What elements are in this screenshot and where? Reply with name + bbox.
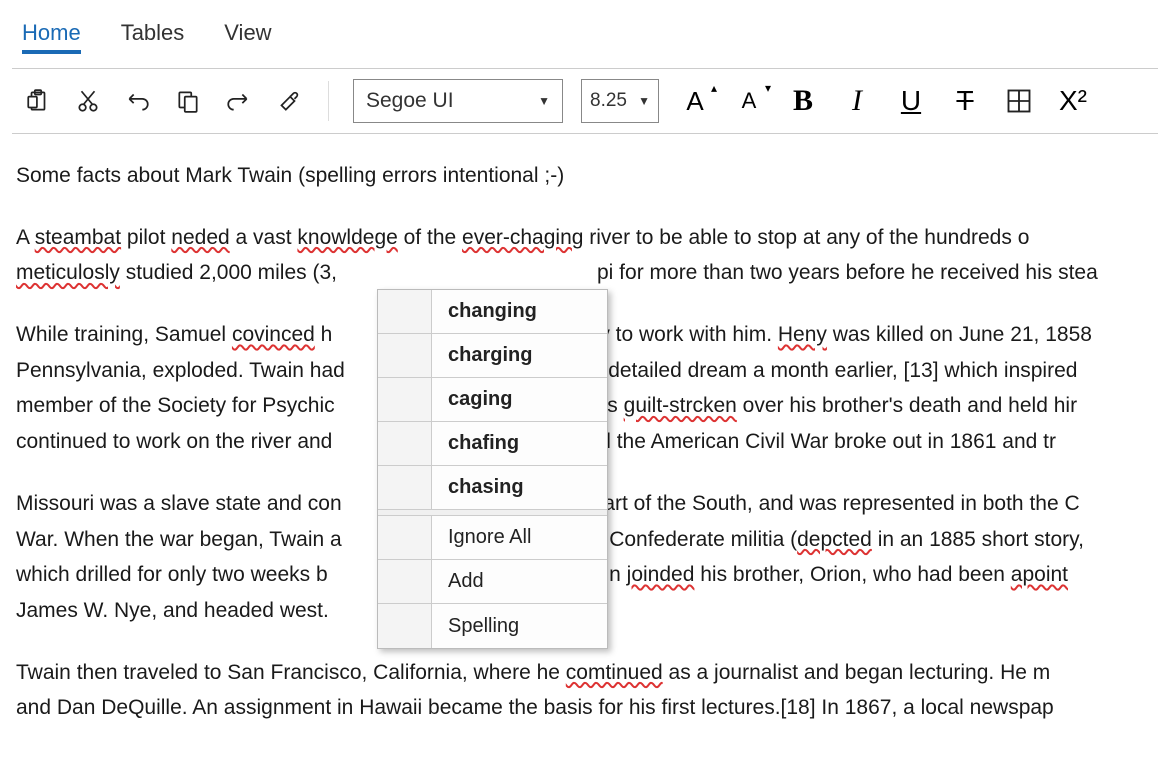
add-to-dictionary-item[interactable]: Add [378, 560, 607, 604]
misspelled-word[interactable]: joinded [627, 563, 695, 586]
chevron-down-icon: ▼ [638, 94, 650, 108]
spellcheck-context-menu: changing charging caging chafing chasing… [377, 289, 608, 649]
decrease-font-icon[interactable]: A▾ [731, 83, 767, 119]
paragraph: Twain then traveled to San Francisco, Ca… [16, 655, 1154, 726]
misspelled-word[interactable]: steambat [35, 226, 121, 249]
suggestion-item[interactable]: charging [378, 334, 607, 378]
cut-icon[interactable] [72, 85, 104, 117]
misspelled-word[interactable]: guilt-strcken [624, 394, 737, 417]
misspelled-word[interactable]: meticulosly [16, 261, 120, 284]
paste-icon[interactable] [22, 85, 54, 117]
menu-icon-gutter [378, 604, 432, 648]
font-size-value: 8.25 [590, 90, 627, 112]
font-size-select[interactable]: 8.25 ▼ [581, 79, 659, 123]
toolbar-separator [328, 81, 329, 121]
misspelled-word[interactable]: ever-chaging [462, 226, 583, 249]
copy-icon[interactable] [172, 85, 204, 117]
ignore-all-item[interactable]: Ignore All [378, 516, 607, 560]
paragraph: Some facts about Mark Twain (spelling er… [16, 158, 1154, 194]
spelling-dialog-item[interactable]: Spelling [378, 604, 607, 648]
font-family-select[interactable]: Segoe UI ▼ [353, 79, 563, 123]
misspelled-word[interactable]: comtinued [566, 661, 663, 684]
suggestion-item[interactable]: caging [378, 378, 607, 422]
menu-icon-gutter [378, 466, 432, 509]
tab-home[interactable]: Home [22, 20, 81, 54]
menu-icon-gutter [378, 560, 432, 603]
menu-icon-gutter [378, 290, 432, 333]
underline-button[interactable]: U [893, 83, 929, 119]
menu-icon-gutter [378, 516, 432, 559]
font-family-value: Segoe UI [366, 89, 454, 113]
suggestion-item[interactable]: chasing [378, 466, 607, 510]
suggestion-item[interactable]: changing [378, 290, 607, 334]
suggestion-item[interactable]: chafing [378, 422, 607, 466]
strikethrough-button[interactable]: T [947, 83, 983, 119]
italic-button[interactable]: I [839, 83, 875, 119]
paragraph: A steambat pilot neded a vast knowldege … [16, 220, 1154, 291]
menu-icon-gutter [378, 378, 432, 421]
chevron-down-icon: ▼ [538, 94, 550, 108]
borders-icon[interactable] [1001, 83, 1037, 119]
misspelled-word[interactable]: Heny [778, 323, 827, 346]
toolbar: Segoe UI ▼ 8.25 ▼ A▴ A▾ B I U T X² [12, 68, 1158, 134]
undo-icon[interactable] [122, 85, 154, 117]
menu-icon-gutter [378, 422, 432, 465]
misspelled-word[interactable]: depcted [797, 528, 872, 551]
redo-icon[interactable] [222, 85, 254, 117]
superscript-button[interactable]: X² [1055, 83, 1091, 119]
misspelled-word[interactable]: apoint [1011, 563, 1068, 586]
bold-button[interactable]: B [785, 83, 821, 119]
misspelled-word[interactable]: knowldege [297, 226, 397, 249]
menu-icon-gutter [378, 334, 432, 377]
ribbon-tabs: Home Tables View [0, 0, 1170, 62]
format-painter-icon[interactable] [272, 85, 304, 117]
tab-view[interactable]: View [224, 20, 271, 54]
tab-tables[interactable]: Tables [121, 20, 185, 54]
increase-font-icon[interactable]: A▴ [677, 83, 713, 119]
misspelled-word[interactable]: covinced [232, 323, 315, 346]
misspelled-word[interactable]: neded [171, 226, 229, 249]
